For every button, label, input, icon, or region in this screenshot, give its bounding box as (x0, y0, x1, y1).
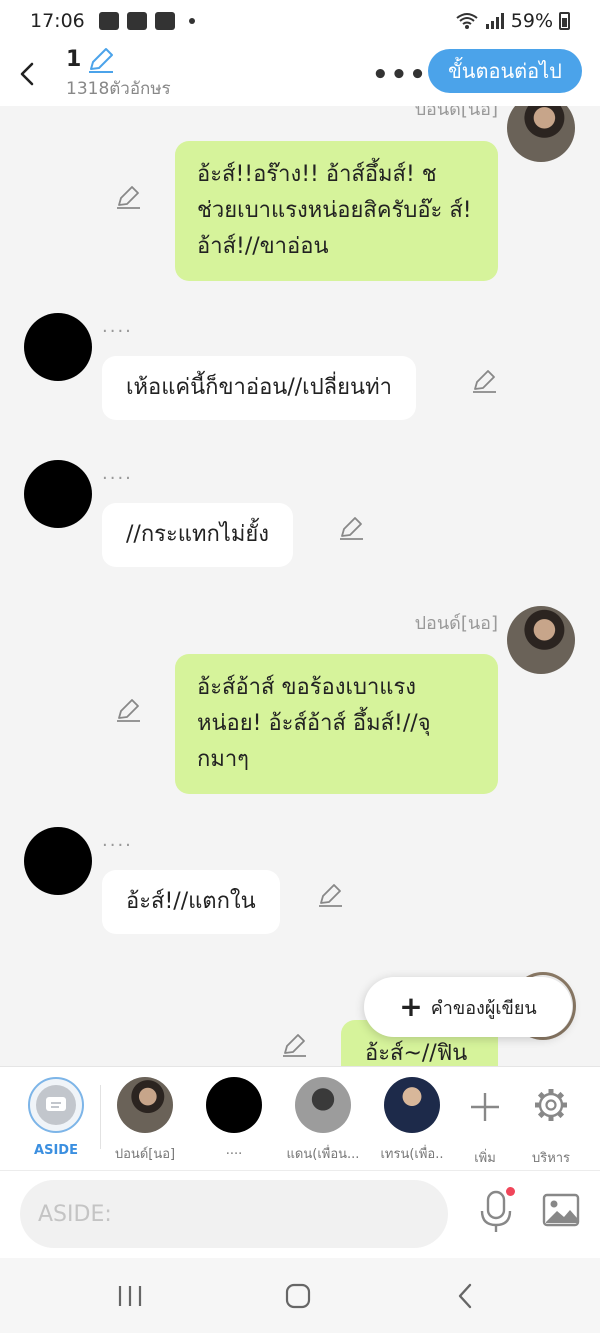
more-options-button[interactable]: ••• (372, 60, 428, 90)
sender-name: .... (102, 830, 133, 851)
avatar[interactable] (24, 827, 92, 895)
edit-message-icon[interactable] (116, 184, 142, 210)
chevron-left-icon (20, 62, 34, 86)
sender-name: ปอนด์[นอ] (414, 106, 498, 120)
avatar[interactable] (507, 106, 575, 162)
message-text: เห้อแค่นี้ก็ขาอ่อน//เปลี่ยนท่า (126, 375, 392, 400)
avatar[interactable] (24, 313, 92, 381)
char-count: 1318ตัวอักษร (66, 78, 171, 99)
next-step-button[interactable]: ขั้นตอนต่อไป (428, 49, 582, 93)
image-icon[interactable] (542, 1193, 580, 1227)
avatar (295, 1077, 351, 1133)
sender-name: ปอนด์[นอ] (414, 613, 498, 634)
shopping-bag-icon (126, 12, 147, 30)
status-time: 17:06 (30, 10, 85, 32)
character-pond[interactable]: ปอนด์[นอ] (100, 1077, 190, 1164)
avatar (384, 1077, 440, 1133)
edit-message-icon[interactable] (339, 515, 365, 541)
facebook-icon (154, 12, 175, 30)
character-bar: ASIDE ปอนด์[นอ] .... แดน(เพื่อน... เทรน(… (0, 1066, 600, 1170)
message-bubble[interactable]: เห้อแค่นี้ก็ขาอ่อน//เปลี่ยนท่า (102, 356, 416, 420)
sender-name: .... (102, 463, 133, 484)
gear-icon (535, 1089, 567, 1121)
message-bubble[interactable]: อ้ะส์!!อร๊าง!! อ้าส์อึ้มส์! ช ช่วยเบาแรง… (175, 141, 498, 281)
wifi-icon (456, 13, 478, 29)
sender-name: .... (102, 316, 133, 337)
back-icon[interactable] (446, 1280, 486, 1312)
edit-message-icon[interactable] (282, 1032, 308, 1058)
edit-title-icon[interactable] (87, 47, 115, 73)
message-bubble[interactable]: //กระแทกไม่ยั้ง (102, 503, 293, 567)
system-nav-bar (0, 1258, 600, 1333)
avatar[interactable] (24, 460, 92, 528)
message-text: อ้ะส์อ้าส์ ขอร้องเบาแรง หน่อย! อ้ะส์อ้าส… (197, 675, 431, 772)
edit-message-icon[interactable] (472, 368, 498, 394)
chapter-title: 1 (66, 47, 82, 72)
back-button[interactable] (2, 49, 52, 99)
manage-characters-button[interactable]: บริหาร (506, 1077, 596, 1168)
recording-indicator (506, 1187, 515, 1196)
avatar (117, 1077, 173, 1133)
character-dan[interactable]: แดน(เพื่อน... (278, 1077, 368, 1164)
title-block: 1 1318ตัวอักษร (66, 47, 171, 102)
battery-percent: 59% (510, 10, 553, 32)
character-label: .... (225, 1143, 243, 1158)
character-label: แดน(เพื่อน... (286, 1147, 360, 1162)
more-notifications-icon (188, 18, 195, 24)
character-label: บริหาร (531, 1151, 571, 1166)
chat-area[interactable]: ปอนด์[นอ] อ้ะส์!!อร๊าง!! อ้าส์อึ้มส์! ช … (0, 106, 600, 1066)
status-bar: 17:06 59% (0, 0, 600, 42)
message-text: อ้ะส์!!อร๊าง!! อ้าส์อึ้มส์! ช ช่วยเบาแรง… (197, 162, 472, 259)
gallery-notification-icon (98, 12, 119, 30)
edit-message-icon[interactable] (116, 697, 142, 723)
input-bar (0, 1170, 600, 1258)
message-text: //กระแทกไม่ยั้ง (126, 522, 269, 547)
character-aside[interactable]: ASIDE (11, 1077, 101, 1158)
plus-icon: + (399, 990, 423, 1023)
character-dots[interactable]: .... (189, 1077, 279, 1158)
signal-icon (485, 13, 504, 29)
message-text: อ้ะส์~//ฟิน (365, 1041, 468, 1066)
message-bubble[interactable]: อ้ะส์!//แตกใน (102, 870, 280, 934)
avatar[interactable] (507, 606, 575, 674)
message-bubble[interactable]: อ้ะส์อ้าส์ ขอร้องเบาแรง หน่อย! อ้ะส์อ้าส… (175, 654, 498, 794)
character-label: ปอนด์[นอ] (114, 1147, 176, 1162)
battery-icon (559, 12, 570, 30)
author-note-label: คำของผู้เขียน (430, 997, 537, 1019)
edit-message-icon[interactable] (318, 882, 344, 908)
author-note-button[interactable]: + คำของผู้เขียน (364, 977, 572, 1037)
aside-avatar (28, 1077, 84, 1133)
recent-apps-icon[interactable] (110, 1280, 150, 1312)
message-text: อ้ะส์!//แตกใน (126, 889, 256, 914)
message-input[interactable] (20, 1180, 448, 1248)
aside-chat-icon (46, 1097, 66, 1111)
home-icon[interactable] (278, 1280, 318, 1312)
plus-icon (471, 1093, 499, 1121)
header: 1 1318ตัวอักษร ••• ขั้นตอนต่อไป (0, 42, 600, 106)
character-label: ASIDE (34, 1143, 78, 1158)
avatar (206, 1077, 262, 1133)
